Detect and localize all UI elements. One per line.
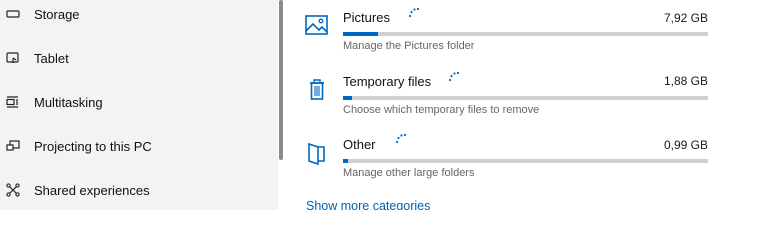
category-name: Other bbox=[343, 137, 376, 152]
shared-experiences-icon bbox=[5, 182, 21, 198]
sidebar-item-label: Tablet bbox=[34, 50, 69, 66]
sidebar-scrollbar[interactable] bbox=[279, 0, 283, 160]
category-size: 7,92 GB bbox=[663, 11, 708, 25]
usage-bar-fill bbox=[343, 32, 378, 36]
category-other[interactable]: Other 0,99 GB Manage other large folders bbox=[284, 128, 768, 188]
sidebar-item-storage[interactable]: Storage bbox=[0, 0, 278, 34]
category-description: Manage other large folders bbox=[343, 167, 475, 179]
storage-categories-panel: Pictures 7,92 GB Manage the Pictures fol… bbox=[284, 0, 768, 210]
projecting-icon bbox=[5, 138, 21, 154]
category-description: Choose which temporary files to remove bbox=[343, 104, 540, 116]
sidebar-item-projecting[interactable]: Projecting to this PC bbox=[0, 126, 278, 166]
category-name: Temporary files bbox=[343, 74, 432, 89]
category-size: 1,88 GB bbox=[663, 74, 708, 88]
usage-bar bbox=[343, 96, 708, 100]
sidebar-item-tablet[interactable]: Tablet bbox=[0, 38, 278, 78]
pictures-icon bbox=[304, 12, 330, 38]
loading-spinner-icon bbox=[447, 70, 461, 84]
sidebar-item-label: Storage bbox=[34, 6, 80, 22]
category-name: Pictures bbox=[343, 10, 390, 25]
usage-bar-fill bbox=[343, 96, 353, 100]
sidebar-item-shared-experiences[interactable]: Shared experiences bbox=[0, 170, 278, 210]
multitasking-icon bbox=[5, 94, 21, 110]
tablet-icon bbox=[5, 50, 21, 66]
sidebar-item-label: Projecting to this PC bbox=[34, 138, 152, 154]
loading-spinner-icon bbox=[407, 6, 421, 20]
sidebar-item-multitasking[interactable]: Multitasking bbox=[0, 82, 278, 122]
category-pictures[interactable]: Pictures 7,92 GB Manage the Pictures fol… bbox=[284, 0, 768, 60]
usage-bar bbox=[343, 32, 708, 36]
category-temporary-files[interactable]: Temporary files 1,88 GB Choose which tem… bbox=[284, 64, 768, 124]
loading-spinner-icon bbox=[394, 132, 408, 146]
sidebar: Storage Tablet Multitasking Projecting t… bbox=[0, 0, 278, 210]
show-more-categories-link[interactable]: Show more categories bbox=[306, 199, 430, 210]
settings-window: Storage Tablet Multitasking Projecting t… bbox=[0, 0, 768, 210]
category-size: 0,99 GB bbox=[663, 138, 708, 152]
folder-icon bbox=[304, 140, 330, 166]
storage-icon bbox=[5, 6, 21, 22]
usage-bar bbox=[343, 159, 708, 163]
trash-icon bbox=[304, 76, 330, 102]
category-description: Manage the Pictures folder bbox=[343, 40, 475, 52]
sidebar-item-label: Multitasking bbox=[34, 94, 103, 110]
usage-bar-fill bbox=[343, 159, 348, 163]
sidebar-item-label: Shared experiences bbox=[34, 182, 150, 198]
